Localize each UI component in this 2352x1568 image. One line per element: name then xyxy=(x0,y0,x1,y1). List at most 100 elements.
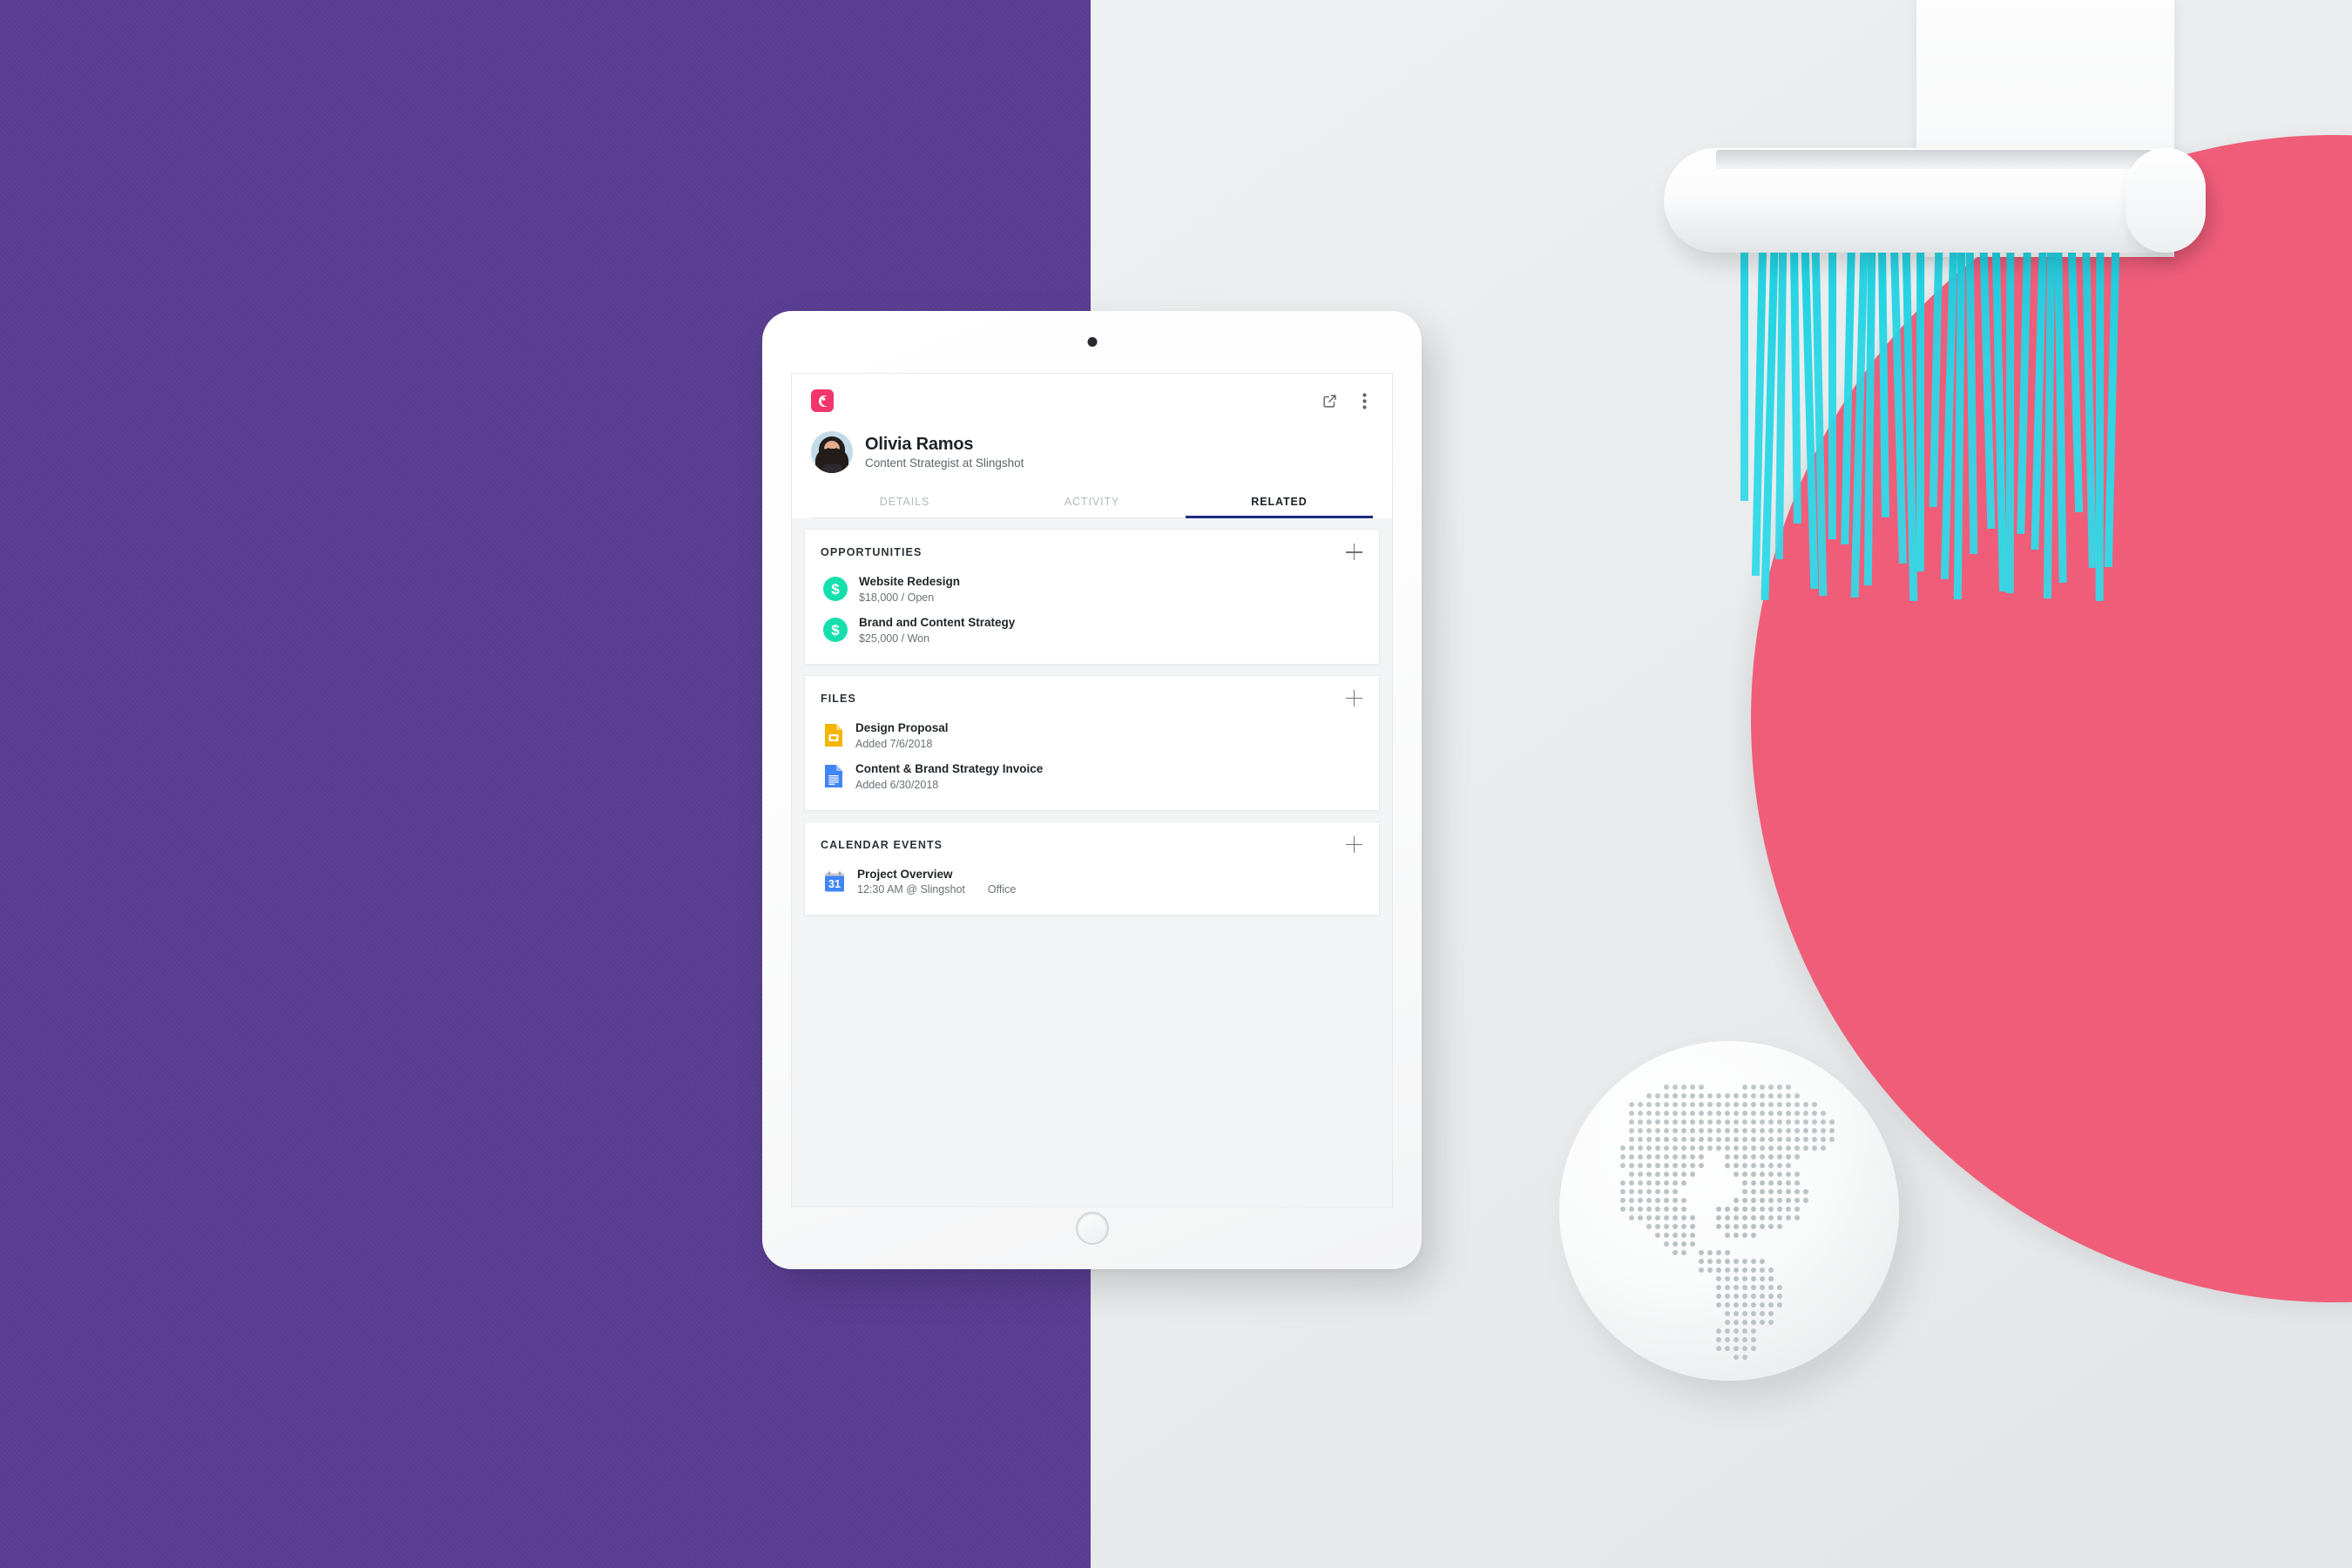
globe-dot xyxy=(1655,1206,1660,1212)
globe-dot xyxy=(1760,1172,1765,1177)
globe-dot xyxy=(1681,1206,1686,1212)
globe-dot xyxy=(1638,1146,1643,1151)
globe-dot xyxy=(1734,1320,1739,1325)
globe-dot xyxy=(1673,1085,1678,1090)
globe-dot xyxy=(1786,1137,1791,1142)
tab-activity[interactable]: ACTIVITY xyxy=(998,487,1186,518)
globe-dot xyxy=(1725,1311,1730,1316)
globe-dot xyxy=(1812,1119,1817,1125)
globe-dot xyxy=(1760,1311,1765,1316)
globe-dot xyxy=(1777,1102,1782,1107)
globe-dot xyxy=(1760,1206,1765,1212)
globe-dot xyxy=(1725,1163,1730,1168)
tab-details[interactable]: DETAILS xyxy=(811,487,998,518)
globe-dot xyxy=(1786,1172,1791,1177)
globe-dot xyxy=(1716,1128,1721,1133)
globe-dot xyxy=(1699,1102,1704,1107)
globe-dot xyxy=(1794,1102,1800,1107)
globe-dot xyxy=(1646,1102,1652,1107)
more-options-icon[interactable] xyxy=(1355,392,1373,409)
globe-dot xyxy=(1734,1198,1739,1203)
globe-dot xyxy=(1777,1189,1782,1194)
globe-dot xyxy=(1742,1224,1747,1229)
globe-dot xyxy=(1629,1172,1634,1177)
globe-dot xyxy=(1803,1198,1808,1203)
globe-dot xyxy=(1646,1189,1652,1194)
globe-dot xyxy=(1673,1241,1678,1247)
open-in-new-icon[interactable] xyxy=(1321,392,1338,409)
globe-dot xyxy=(1629,1146,1634,1151)
globe-dot xyxy=(1751,1328,1756,1334)
shredder-end-cap xyxy=(2126,148,2206,253)
home-button[interactable] xyxy=(1075,1212,1109,1245)
globe-dot xyxy=(1629,1111,1634,1116)
globe-dot xyxy=(1734,1093,1739,1098)
globe-dot xyxy=(1742,1215,1747,1220)
list-item-subtitle: $25,000 / Won xyxy=(859,632,1015,645)
globe-dot xyxy=(1777,1119,1782,1125)
globe-dot xyxy=(1742,1085,1747,1090)
list-item[interactable]: $ Website Redesign $18,000 / Open xyxy=(821,566,1363,607)
globe-dot xyxy=(1786,1085,1791,1090)
globe-dot xyxy=(1751,1137,1756,1142)
tab-related[interactable]: RELATED xyxy=(1186,487,1373,518)
globe-dot xyxy=(1638,1215,1643,1220)
list-item[interactable]: $ Brand and Content Strategy $25,000 / Won xyxy=(821,607,1363,648)
shred-strip xyxy=(2016,247,2031,534)
shred-strip xyxy=(1878,247,1890,518)
globe-dot xyxy=(1760,1224,1765,1229)
globe-dot xyxy=(1768,1102,1774,1107)
shred-strip xyxy=(1916,247,1925,572)
add-opportunities-button[interactable] xyxy=(1346,544,1363,561)
globe-dot xyxy=(1786,1163,1791,1168)
globe-dot xyxy=(1664,1102,1669,1107)
globe-dot xyxy=(1760,1128,1765,1133)
globe-dot xyxy=(1734,1119,1739,1125)
globe-dot xyxy=(1821,1128,1826,1133)
globe-dot xyxy=(1734,1355,1739,1360)
globe-dot xyxy=(1681,1233,1686,1238)
list-item-subtitle-primary: Added 7/6/2018 xyxy=(855,737,933,750)
section-card-files: FILES Design Proposal Added 7/6/2018 Conten… xyxy=(804,674,1380,811)
globe-dot xyxy=(1707,1093,1713,1098)
globe-dot xyxy=(1760,1285,1765,1290)
globe-dot xyxy=(1829,1119,1835,1125)
globe-dot xyxy=(1699,1137,1704,1142)
globe-dot xyxy=(1629,1137,1634,1142)
globe-dot xyxy=(1725,1285,1730,1290)
add-calendar-events-button[interactable] xyxy=(1346,835,1363,854)
globe-dot xyxy=(1734,1128,1739,1133)
list-item[interactable]: 31 Project Overview 12:30 AM @ Slingshot Of… xyxy=(821,859,1363,900)
globe-dot xyxy=(1786,1189,1791,1194)
globe-dot xyxy=(1742,1206,1747,1212)
shred-strip xyxy=(2005,247,2015,594)
globe-dot xyxy=(1760,1154,1765,1159)
add-files-button[interactable] xyxy=(1346,689,1363,707)
globe-dot xyxy=(1777,1224,1782,1229)
globe-dot xyxy=(1734,1163,1739,1168)
globe-dot xyxy=(1742,1128,1747,1133)
globe-dot xyxy=(1629,1154,1634,1159)
globe-dot xyxy=(1655,1189,1660,1194)
globe-dot xyxy=(1673,1180,1678,1186)
globe-dot xyxy=(1777,1154,1782,1159)
globe-dot xyxy=(1673,1250,1678,1255)
globe-dot xyxy=(1681,1250,1686,1255)
list-item-text: Brand and Content Strategy $25,000 / Won xyxy=(859,616,1015,645)
globe-dot xyxy=(1742,1154,1747,1159)
globe-dot xyxy=(1716,1328,1721,1334)
shred-strip xyxy=(2054,247,2067,583)
globe-dot xyxy=(1655,1111,1660,1116)
section-card-calendar-events: CALENDAR EVENTS 31 Project Overview 12:30 A… xyxy=(804,821,1380,916)
list-item-subtitle: Added 7/6/2018 xyxy=(855,738,949,750)
list-item[interactable]: Design Proposal Added 7/6/2018 xyxy=(821,713,1363,754)
globe-dot xyxy=(1716,1119,1721,1125)
globe-dot xyxy=(1734,1302,1739,1308)
globe-dot xyxy=(1716,1285,1721,1290)
globe-dot xyxy=(1751,1320,1756,1325)
globe-dot xyxy=(1664,1189,1669,1194)
globe-dot xyxy=(1742,1111,1747,1116)
globe-dot xyxy=(1638,1111,1643,1116)
globe-dot xyxy=(1734,1259,1739,1264)
list-item[interactable]: Content & Brand Strategy Invoice Added 6/… xyxy=(821,754,1363,794)
